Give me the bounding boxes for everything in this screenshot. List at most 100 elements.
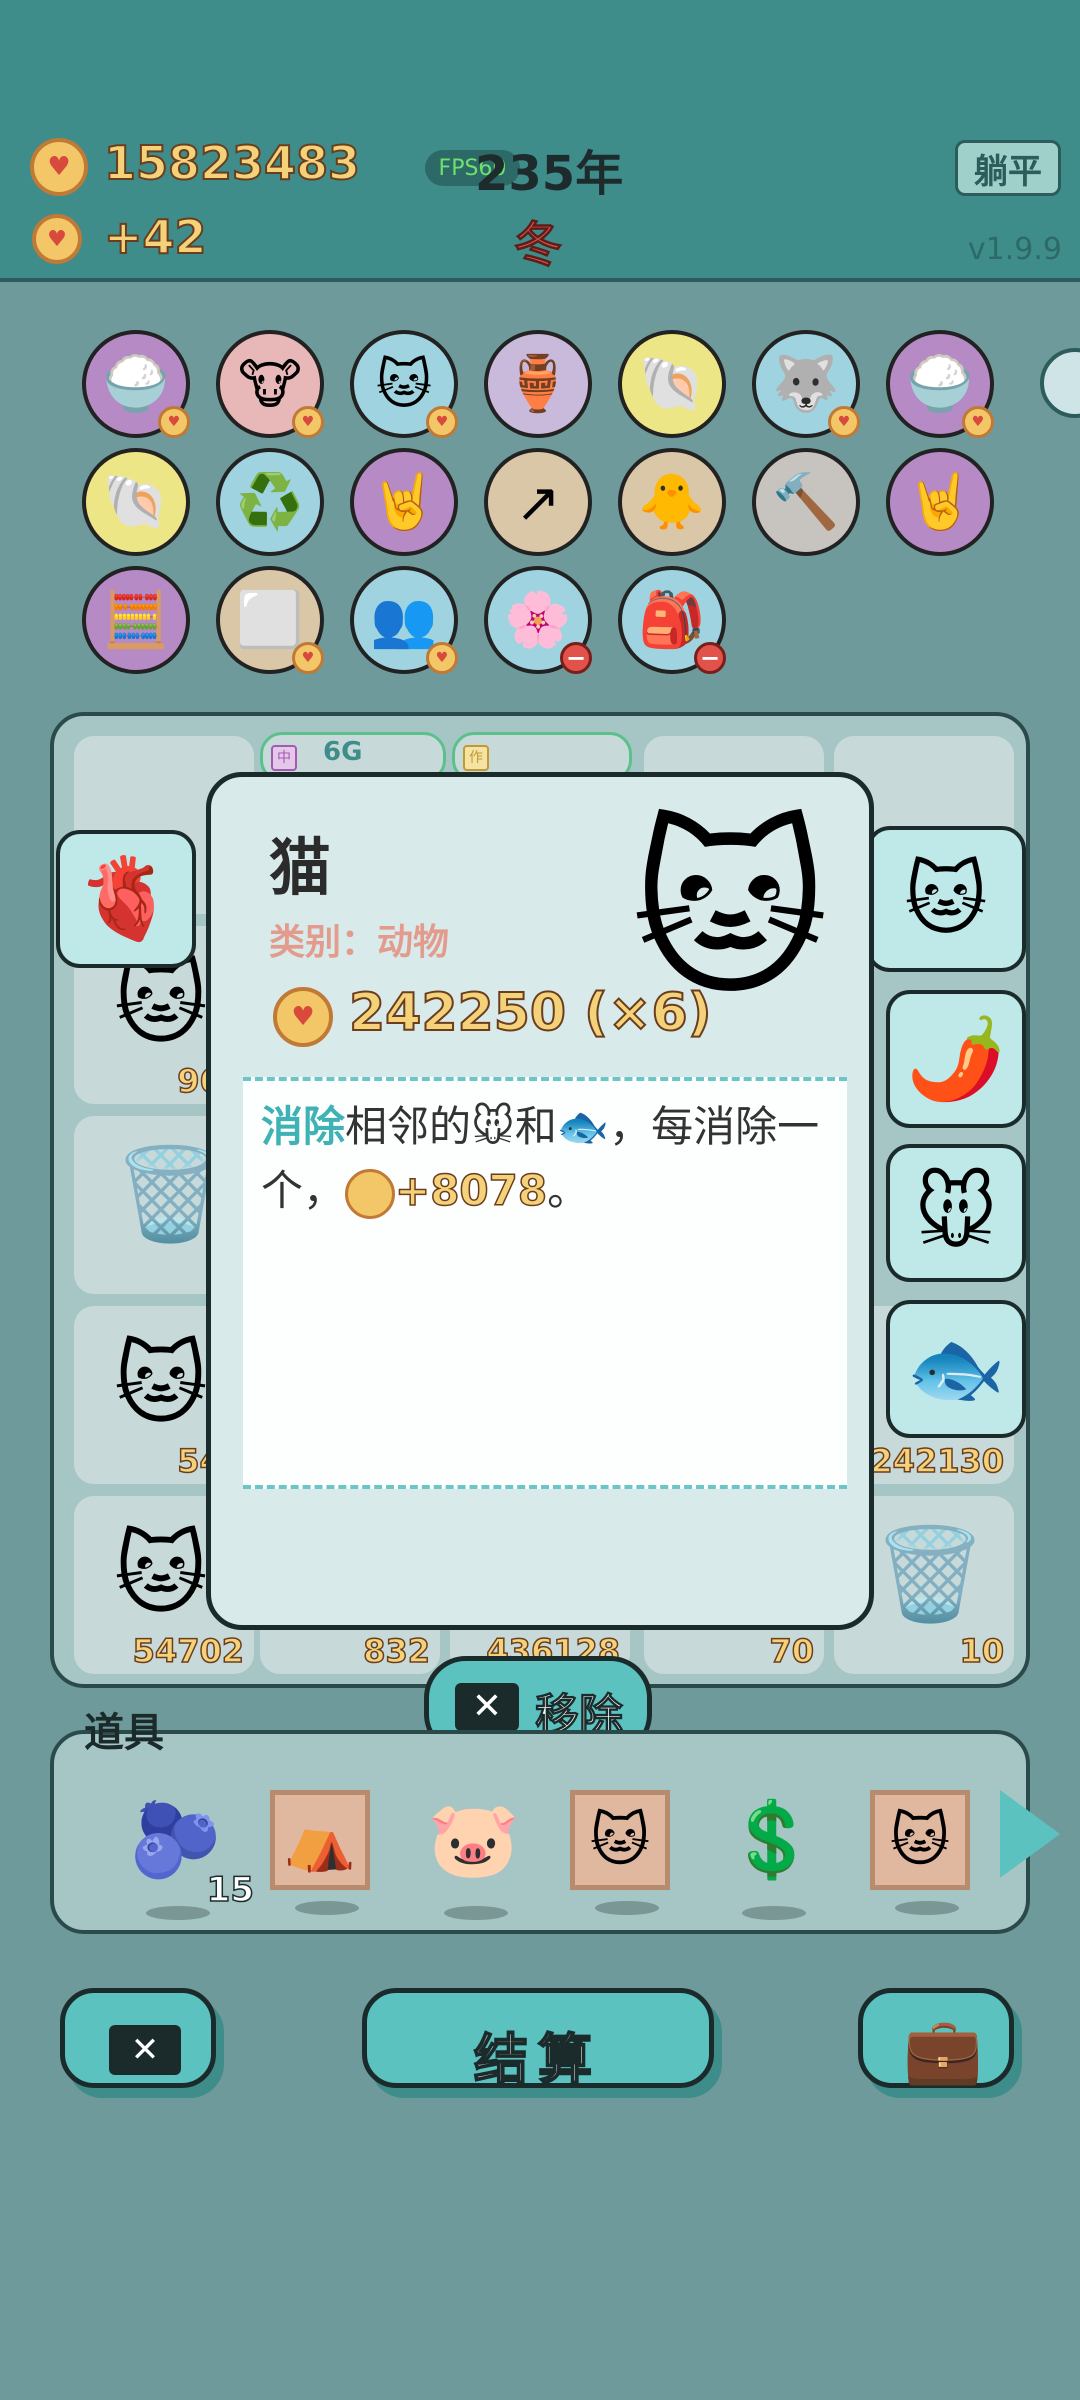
tool-shadow — [146, 1906, 210, 1920]
backpack-icon: 🎒 — [638, 588, 706, 651]
tool-shadow — [444, 1906, 508, 1920]
frame-tool[interactable]: ⛺ — [270, 1790, 370, 1915]
jar-icon: 🏺 — [504, 352, 572, 415]
item-category: 类别：动物 — [269, 922, 450, 963]
coin-badge-icon: ♥ — [158, 406, 190, 438]
cat-frame-tool[interactable]: 🐱 — [570, 1790, 670, 1915]
cell-value: 70 — [769, 1631, 815, 1671]
inventory-item[interactable]: 🏺 — [484, 330, 592, 438]
tools-panel: 🫐 15 ⛺ 🐷 🐱 💲 🐱 — [50, 1730, 1030, 1934]
cell-value: 54702 — [132, 1631, 245, 1671]
inventory-item[interactable]: 🐚 — [618, 330, 726, 438]
inventory-item[interactable]: 👥 ♥ — [350, 566, 458, 674]
coin-badge-icon: ♥ — [292, 642, 324, 674]
inventory-item[interactable]: 🐚 — [82, 448, 190, 556]
hammer-icon: 🔨 — [772, 470, 840, 533]
piggy-bank-icon: 🐷 — [427, 1796, 521, 1883]
inventory-item[interactable]: 🍚 ♥ — [886, 330, 994, 438]
cat-icon: 🐱 — [904, 852, 988, 946]
inventory-item[interactable]: 🌸 − — [484, 566, 592, 674]
liver-icon: 🫀 — [76, 852, 176, 945]
lie-flat-button[interactable]: 躺平 — [955, 140, 1061, 196]
inventory-item[interactable]: 🔨 — [752, 448, 860, 556]
cat-icon: 🐱 — [889, 1806, 951, 1874]
chili-icon: 🌶️ — [906, 1012, 1006, 1105]
coin-total: 15823483 — [103, 135, 361, 191]
cat-target-tile[interactable]: 🐱 — [866, 826, 1026, 972]
next-arrow-icon[interactable] — [1000, 1790, 1060, 1878]
coin-badge-icon: ♥ — [426, 642, 458, 674]
fish-target-tile[interactable]: 🐟 — [886, 1300, 1026, 1438]
side-dial-button[interactable] — [1040, 348, 1080, 418]
rock-hand-icon: 🤘 — [906, 470, 974, 533]
rice-icon: 🍚 — [906, 352, 974, 415]
flower-pot-icon: 🌸 — [504, 588, 572, 651]
tool-shadow — [742, 1906, 806, 1920]
fish-icon: 🐟 — [906, 1322, 1006, 1415]
tent-icon: ⛺ — [283, 1805, 357, 1874]
dollar-coin-tool[interactable]: 💲 — [722, 1790, 822, 1920]
inventory-item[interactable]: 🍚 ♥ — [82, 330, 190, 438]
cat-illustration-icon: 🐱 — [631, 801, 830, 1022]
wolf-icon: 🐺 — [772, 352, 840, 415]
inventory-item[interactable]: ⬜ ♥ — [216, 566, 324, 674]
piggy-bank-tool[interactable]: 🐷 — [424, 1790, 524, 1920]
mouse-icon: 🐭 — [471, 1102, 515, 1151]
desc-text: 和 — [514, 1102, 557, 1151]
top-status-bar: ♥ 15823483 ♥ +42 FPS60 235年 冬 躺平 v1.9.9 — [0, 0, 1080, 282]
skip-button[interactable]: ✕ — [60, 1988, 216, 2088]
mouse-target-tile[interactable]: 🐭 — [886, 1144, 1026, 1282]
income-per-turn: +42 — [103, 209, 208, 265]
coin-icon — [345, 1168, 396, 1219]
coin-badge-icon: ♥ — [426, 406, 458, 438]
cell-value: 242130 — [870, 1441, 1005, 1481]
desc-bonus: +8078 — [394, 1165, 548, 1216]
income-coin-icon: ♥ — [32, 214, 82, 264]
item-description-box: 消除相邻的🐭和🐟，每消除一个， +8078。 — [243, 1077, 847, 1489]
inventory-item[interactable]: ↗ — [484, 448, 592, 556]
remove-x-icon: ✕ — [455, 1683, 519, 1731]
briefcase-icon: 💼 — [903, 2014, 983, 2088]
tool-shadow — [595, 1901, 659, 1915]
dollar-coin-icon: 💲 — [725, 1796, 819, 1883]
close-icon: ✕ — [109, 2025, 181, 2075]
cell-value: 10 — [959, 1631, 1005, 1671]
item-name: 猫 — [269, 831, 332, 904]
inventory-item[interactable]: 🧮 — [82, 566, 190, 674]
inventory-item[interactable]: 🎒 − — [618, 566, 726, 674]
trash-bag-icon: 🗑️ — [874, 1522, 987, 1627]
inventory-item[interactable]: 🐱 ♥ — [350, 330, 458, 438]
cell-value: 832 — [362, 1631, 430, 1671]
inventory-item[interactable]: ♻️ — [216, 448, 324, 556]
season-display: 冬 — [513, 217, 563, 274]
bag-button[interactable]: 💼 — [858, 1988, 1014, 2088]
inventory-item[interactable]: 🐥 — [618, 448, 726, 556]
blueberry-tool[interactable]: 🫐 15 — [126, 1790, 255, 1920]
coin-badge-icon: ♥ — [962, 406, 994, 438]
shell-icon: 🐚 — [102, 470, 170, 533]
inventory-item[interactable]: 🤘 — [350, 448, 458, 556]
rock-hand-icon: 🤘 — [370, 470, 438, 533]
tool-count: 15 — [206, 1869, 255, 1911]
chick-icon: 🐥 — [638, 470, 706, 533]
tools-label: 道具 — [84, 1710, 164, 1756]
mouse-icon: 🐭 — [914, 1166, 998, 1260]
coin-icon: ♥ — [273, 987, 333, 1047]
chili-target-tile[interactable]: 🌶️ — [886, 990, 1026, 1128]
inventory-item[interactable]: 🤘 — [886, 448, 994, 556]
inventory-item[interactable]: 🐮 ♥ — [216, 330, 324, 438]
shell-icon: 🐚 — [638, 352, 706, 415]
coin-badge-icon: ♥ — [828, 406, 860, 438]
inventory-item[interactable]: 🐺 ♥ — [752, 330, 860, 438]
cat-frame-tool[interactable]: 🐱 — [870, 1790, 970, 1915]
math-icon: 🧮 — [102, 588, 170, 651]
tag-icon: 中 — [271, 745, 297, 771]
cat-icon: 🐱 — [114, 1332, 208, 1437]
cat-icon: 🐱 — [589, 1806, 651, 1874]
desc-keyword: 消除 — [261, 1102, 346, 1151]
liver-target-tile[interactable]: 🫀 — [56, 830, 196, 968]
coin-icon: ♥ — [30, 138, 88, 196]
rice-icon: 🍚 — [102, 352, 170, 415]
fish-icon: 🐟 — [556, 1102, 610, 1151]
settle-button[interactable]: 结算 — [362, 1988, 714, 2092]
